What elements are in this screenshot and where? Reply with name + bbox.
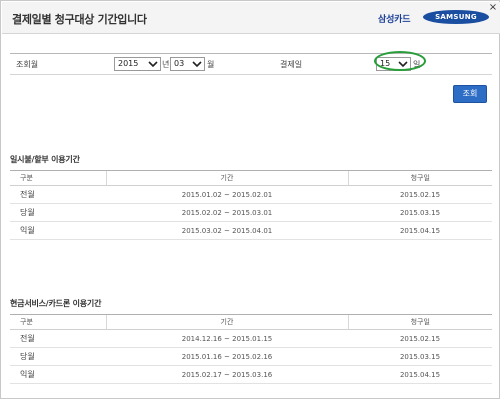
- popup-header: 결제일별 청구대상 기간입니다 삼성카드 SAMSUNG ×: [2, 2, 500, 34]
- row-bill-date: 2015.03.15: [348, 347, 492, 366]
- column-header-bill-date: 청구일: [347, 170, 492, 186]
- brand-name: 삼성카드: [378, 15, 411, 25]
- year-select-value: 2015: [118, 59, 139, 68]
- row-type: 당월: [10, 347, 106, 366]
- cash-service-period-table: 구분 기간 청구일 전월 2014.12.16 ~ 2015.01.15 201…: [10, 314, 492, 384]
- table-row: 전월 2015.01.02 ~ 2015.02.01 2015.02.15: [10, 185, 492, 204]
- search-button[interactable]: 조회: [453, 85, 487, 103]
- row-period: 2015.01.16 ~ 2015.02.16: [106, 347, 348, 366]
- row-period: 2015.03.02 ~ 2015.04.01: [106, 221, 348, 240]
- table-row: 당월 2015.01.16 ~ 2015.02.16 2015.03.15: [10, 347, 492, 366]
- row-period: 2014.12.16 ~ 2015.01.15: [106, 329, 348, 348]
- table-row: 익월 2015.02.17 ~ 2015.03.16 2015.04.15: [10, 365, 492, 384]
- row-bill-date: 2015.03.15: [348, 203, 492, 222]
- row-period: 2015.02.17 ~ 2015.03.16: [106, 365, 348, 384]
- section-title-installment: 일시불/할부 이용기간: [10, 155, 80, 164]
- year-select[interactable]: 2015: [114, 57, 161, 71]
- column-header-period: 기간: [105, 314, 348, 330]
- table-row: 당월 2015.02.02 ~ 2015.03.01 2015.03.15: [10, 203, 492, 222]
- year-unit: 년: [162, 60, 170, 69]
- month-select[interactable]: 03: [170, 57, 205, 71]
- row-period: 2015.01.02 ~ 2015.02.01: [106, 185, 348, 204]
- search-filter-row: 조회월 2015 년 03 월 결제일 15 일: [10, 51, 492, 75]
- period-label: 조회월: [16, 60, 39, 69]
- table-header-row: 구분 기간 청구일: [10, 314, 492, 330]
- table-row: 익월 2015.03.02 ~ 2015.04.01 2015.04.15: [10, 221, 492, 240]
- row-type: 익월: [10, 365, 106, 384]
- chevron-down-icon: [148, 61, 158, 68]
- column-header-period: 기간: [105, 170, 348, 186]
- column-header-type: 구분: [10, 314, 106, 330]
- row-type: 전월: [10, 329, 106, 348]
- payday-label: 결제일: [280, 60, 303, 69]
- row-bill-date: 2015.02.15: [348, 329, 492, 348]
- row-bill-date: 2015.04.15: [348, 221, 492, 240]
- row-type: 전월: [10, 185, 106, 204]
- highlight-ring: [374, 51, 426, 71]
- section-title-cash-service: 현금서비스/카드론 이용기간: [10, 299, 102, 308]
- month-unit: 월: [207, 60, 215, 69]
- installment-period-table: 구분 기간 청구일 전월 2015.01.02 ~ 2015.02.01 201…: [10, 170, 492, 240]
- column-header-type: 구분: [10, 170, 106, 186]
- table-header-row: 구분 기간 청구일: [10, 170, 492, 186]
- row-bill-date: 2015.02.15: [348, 185, 492, 204]
- popup-window: 결제일별 청구대상 기간입니다 삼성카드 SAMSUNG × 조회월 2015 …: [0, 0, 500, 399]
- row-bill-date: 2015.04.15: [348, 365, 492, 384]
- table-row: 전월 2014.12.16 ~ 2015.01.15 2015.02.15: [10, 329, 492, 348]
- row-period: 2015.02.02 ~ 2015.03.01: [106, 203, 348, 222]
- page-title: 결제일별 청구대상 기간입니다: [12, 13, 147, 26]
- close-button[interactable]: ×: [488, 3, 498, 13]
- month-select-value: 03: [174, 59, 185, 68]
- row-type: 당월: [10, 203, 106, 222]
- column-header-bill-date: 청구일: [347, 314, 492, 330]
- chevron-down-icon: [192, 61, 202, 68]
- samsung-logo: SAMSUNG: [423, 10, 489, 24]
- row-type: 익월: [10, 221, 106, 240]
